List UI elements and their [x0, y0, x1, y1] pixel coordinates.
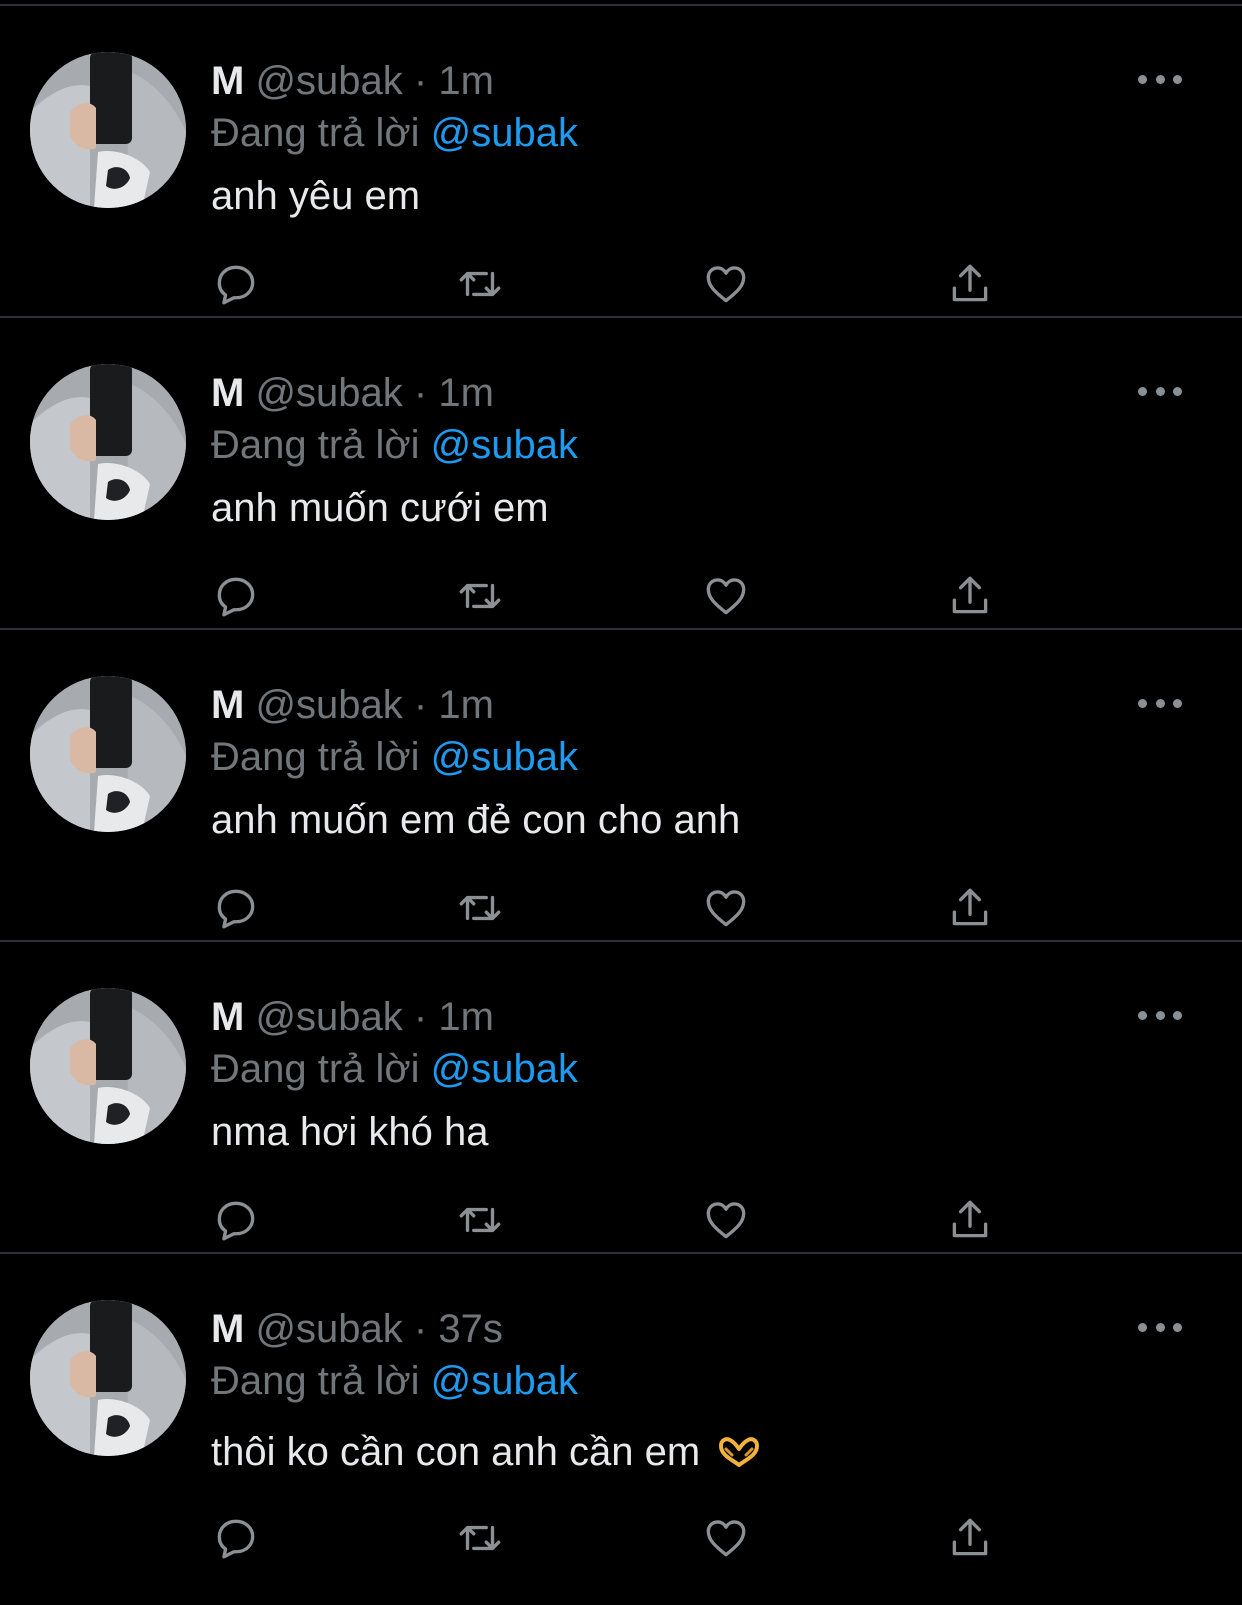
- share-icon[interactable]: [942, 1192, 998, 1248]
- separator-dot: ·: [413, 683, 428, 727]
- heart-hands-emoji-icon: [717, 1429, 761, 1483]
- reply-mention-link[interactable]: @subak: [431, 1047, 578, 1091]
- reply-icon[interactable]: [208, 880, 264, 936]
- replying-to: Đang trả lời @subak: [211, 106, 578, 160]
- tweet-text: nma hơi khó ha: [211, 1110, 489, 1154]
- avatar[interactable]: [30, 676, 186, 832]
- reply-icon[interactable]: [208, 568, 264, 624]
- user-handle[interactable]: @subak: [255, 59, 402, 103]
- tweet-header: M @subak · 1m: [211, 366, 494, 420]
- tweet-text-content: thôi ko cần con anh cần em: [211, 1430, 701, 1474]
- separator-dot: ·: [413, 995, 428, 1039]
- reply-icon[interactable]: [208, 256, 264, 312]
- replying-to: Đang trả lời @subak: [211, 418, 578, 472]
- retweet-icon[interactable]: [452, 568, 508, 624]
- retweet-icon[interactable]: [452, 1192, 508, 1248]
- more-horizontal-icon[interactable]: [1138, 688, 1182, 718]
- share-icon[interactable]: [942, 880, 998, 936]
- replying-to: Đang trả lời @subak: [211, 730, 578, 784]
- tweet-header: M @subak · 1m: [211, 54, 494, 108]
- replying-to-label: Đang trả lời: [211, 735, 420, 779]
- replying-to: Đang trả lời @subak: [211, 1042, 578, 1096]
- separator-dot: ·: [413, 59, 428, 103]
- more-horizontal-icon[interactable]: [1138, 1312, 1182, 1342]
- avatar[interactable]: [30, 364, 186, 520]
- tweet-text: anh yêu em: [211, 174, 421, 218]
- replying-to-label: Đang trả lời: [211, 111, 420, 155]
- tweet-text: thôi ko cần con anh cần em: [211, 1425, 761, 1483]
- replying-to-label: Đang trả lời: [211, 1359, 420, 1403]
- retweet-icon[interactable]: [452, 1510, 508, 1566]
- user-handle[interactable]: @subak: [255, 371, 402, 415]
- timestamp[interactable]: 1m: [438, 683, 494, 727]
- avatar[interactable]: [30, 1300, 186, 1456]
- retweet-icon[interactable]: [452, 880, 508, 936]
- heart-icon[interactable]: [698, 256, 754, 312]
- tweet-actions: [0, 1510, 1242, 1570]
- timestamp[interactable]: 1m: [438, 371, 494, 415]
- user-handle[interactable]: @subak: [255, 1307, 402, 1351]
- reply-mention-link[interactable]: @subak: [431, 111, 578, 155]
- tweet-text: anh muốn em đẻ con cho anh: [211, 798, 741, 842]
- avatar[interactable]: [30, 52, 186, 208]
- heart-icon[interactable]: [698, 568, 754, 624]
- share-icon[interactable]: [942, 568, 998, 624]
- replying-to: Đang trả lời @subak: [211, 1354, 578, 1408]
- timestamp[interactable]: 1m: [438, 59, 494, 103]
- reply-icon[interactable]: [208, 1510, 264, 1566]
- tweet-item[interactable]: M @subak · 1m Đang trả lời @subak nma hơ…: [0, 942, 1242, 1254]
- display-name[interactable]: M: [211, 683, 244, 727]
- tweet-item[interactable]: M @subak · 1m Đang trả lời @subak anh mu…: [0, 318, 1242, 630]
- replying-to-label: Đang trả lời: [211, 1047, 420, 1091]
- separator-dot: ·: [413, 371, 428, 415]
- tweet-header: M @subak · 1m: [211, 990, 494, 1044]
- reply-icon[interactable]: [208, 1192, 264, 1248]
- heart-icon[interactable]: [698, 1192, 754, 1248]
- reply-mention-link[interactable]: @subak: [431, 1359, 578, 1403]
- separator-dot: ·: [413, 1307, 428, 1351]
- reply-mention-link[interactable]: @subak: [431, 423, 578, 467]
- tweet-item[interactable]: M @subak · 37s Đang trả lời @subak thôi …: [0, 1254, 1242, 1566]
- replying-to-label: Đang trả lời: [211, 423, 420, 467]
- display-name[interactable]: M: [211, 371, 244, 415]
- tweet-actions: [0, 880, 1242, 940]
- tweet-actions: [0, 256, 1242, 316]
- tweet-text: anh muốn cưới em: [211, 486, 549, 530]
- share-icon[interactable]: [942, 256, 998, 312]
- tweet-feed: M @subak · 1m Đang trả lời @subak anh yê…: [0, 0, 1242, 1605]
- tweet-item[interactable]: M @subak · 1m Đang trả lời @subak anh yê…: [0, 6, 1242, 318]
- tweet-item[interactable]: M @subak · 1m Đang trả lời @subak anh mu…: [0, 630, 1242, 942]
- heart-icon[interactable]: [698, 1510, 754, 1566]
- reply-mention-link[interactable]: @subak: [431, 735, 578, 779]
- display-name[interactable]: M: [211, 1307, 244, 1351]
- tweet-header: M @subak · 1m: [211, 678, 494, 732]
- retweet-icon[interactable]: [452, 256, 508, 312]
- tweet-actions: [0, 1192, 1242, 1252]
- more-horizontal-icon[interactable]: [1138, 1000, 1182, 1030]
- timestamp[interactable]: 37s: [438, 1307, 503, 1351]
- heart-icon[interactable]: [698, 880, 754, 936]
- user-handle[interactable]: @subak: [255, 683, 402, 727]
- tweet-actions: [0, 568, 1242, 628]
- more-horizontal-icon[interactable]: [1138, 64, 1182, 94]
- more-horizontal-icon[interactable]: [1138, 376, 1182, 406]
- display-name[interactable]: M: [211, 995, 244, 1039]
- timestamp[interactable]: 1m: [438, 995, 494, 1039]
- tweet-header: M @subak · 37s: [211, 1302, 503, 1356]
- display-name[interactable]: M: [211, 59, 244, 103]
- avatar[interactable]: [30, 988, 186, 1144]
- user-handle[interactable]: @subak: [255, 995, 402, 1039]
- share-icon[interactable]: [942, 1510, 998, 1566]
